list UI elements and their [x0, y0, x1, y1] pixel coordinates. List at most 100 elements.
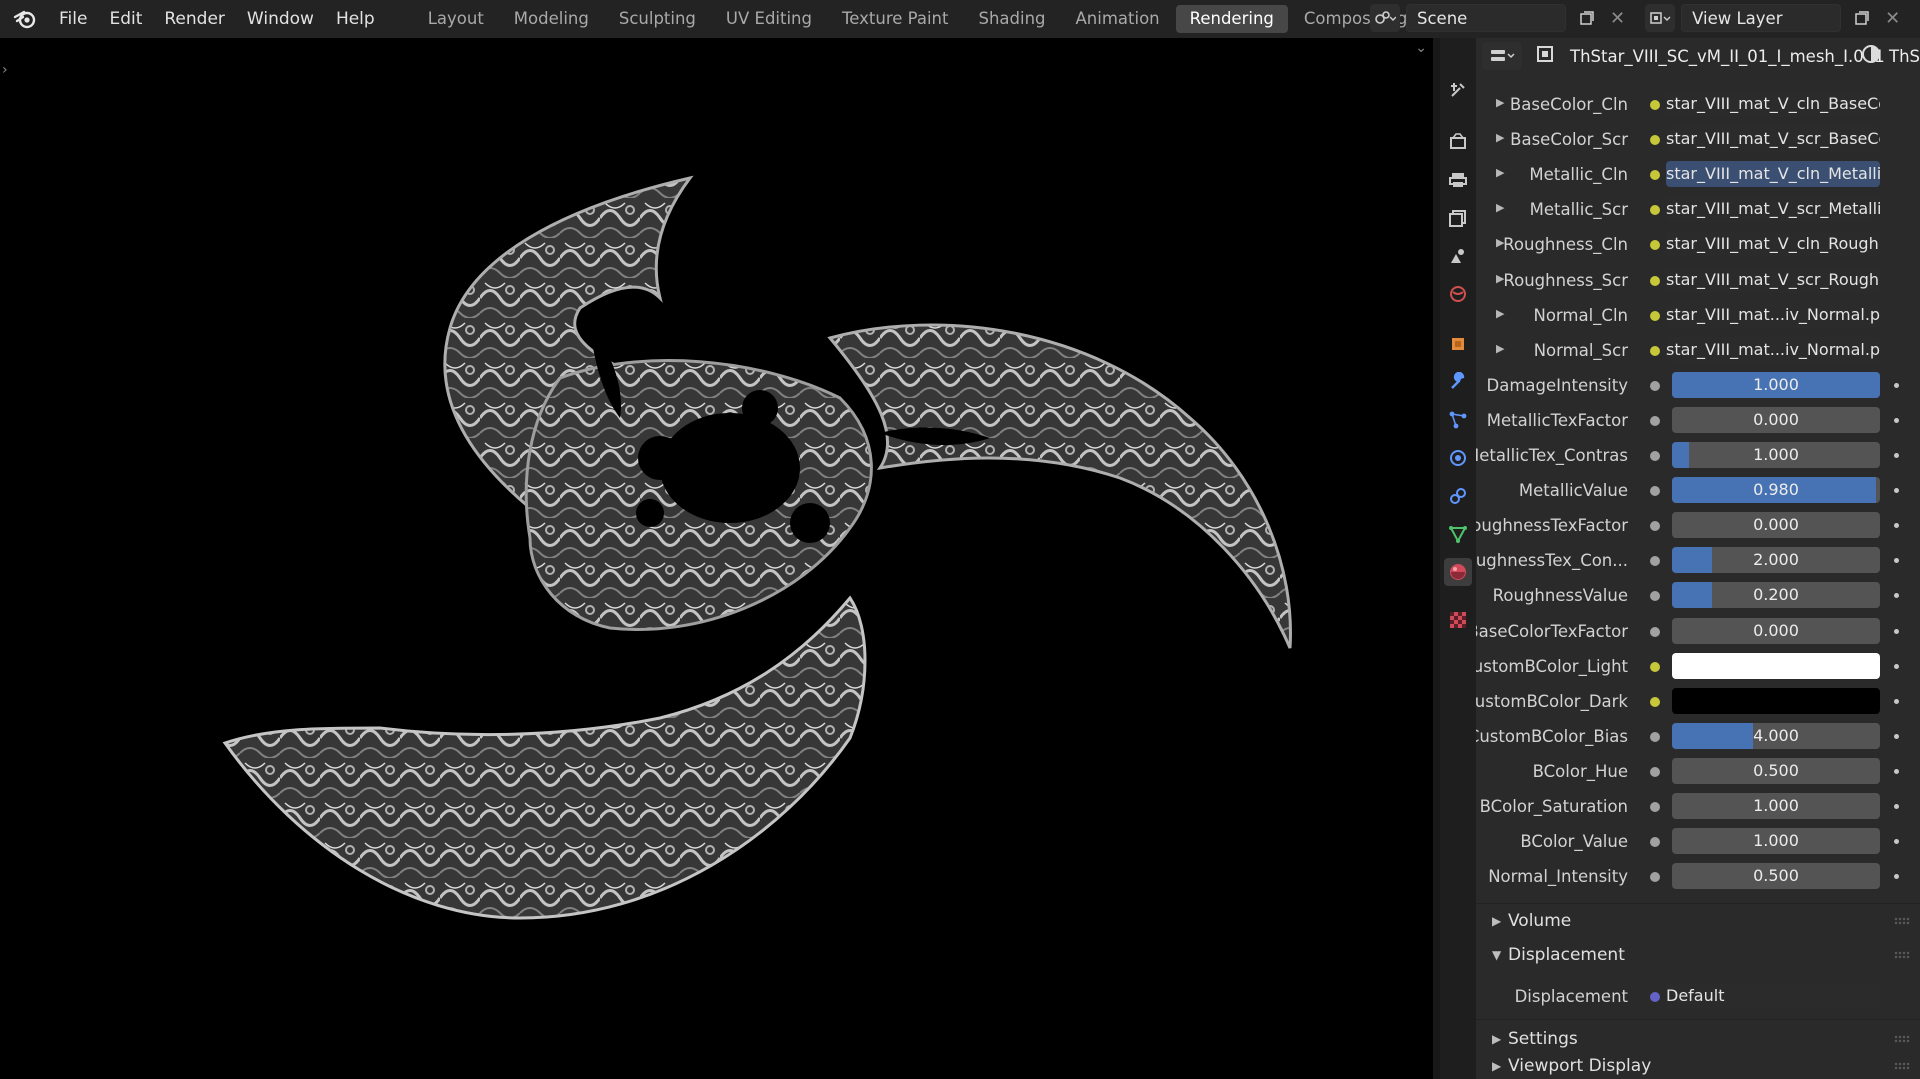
color-socket-icon[interactable]	[1650, 100, 1660, 110]
pin-mesh-icon[interactable]	[1536, 45, 1554, 68]
workspace-tab-shading[interactable]: Shading	[964, 5, 1059, 33]
value-slider[interactable]: 0.000	[1672, 406, 1880, 433]
constraints-tab[interactable]	[1444, 482, 1472, 510]
drag-grip-icon[interactable]	[1894, 917, 1910, 926]
value-slider[interactable]: 2.000	[1672, 547, 1880, 574]
displacement-field[interactable]: Default	[1666, 983, 1880, 1010]
value-socket-icon[interactable]	[1650, 556, 1660, 567]
keyframe-dot-icon[interactable]	[1894, 453, 1899, 458]
keyframe-dot-icon[interactable]	[1894, 733, 1899, 739]
drag-grip-icon[interactable]	[1894, 1062, 1910, 1071]
workspace-tab-rendering[interactable]: Rendering	[1175, 5, 1288, 33]
expand-arrow-icon[interactable]: ▶	[1496, 342, 1504, 355]
value-slider[interactable]: 0.000	[1672, 617, 1880, 644]
delete-scene-icon[interactable]: ✕	[1610, 8, 1625, 29]
color-socket-icon[interactable]	[1650, 310, 1660, 321]
keyframe-dot-icon[interactable]	[1894, 628, 1899, 634]
keyframe-dot-icon[interactable]	[1894, 804, 1899, 809]
drag-grip-icon[interactable]	[1894, 1035, 1910, 1044]
data-tab[interactable]	[1444, 520, 1472, 548]
menu-render[interactable]: Render	[153, 0, 236, 38]
color-swatch[interactable]	[1672, 652, 1880, 679]
value-socket-icon[interactable]	[1650, 802, 1660, 812]
3d-viewport[interactable]: › ⌄	[0, 38, 1433, 1079]
view-layer-browse-button[interactable]	[1645, 4, 1676, 32]
value-slider[interactable]: 0.000	[1672, 512, 1880, 539]
panel-settings[interactable]: ▶ Settings	[1476, 1025, 1920, 1055]
modifier-tab[interactable]	[1444, 368, 1472, 396]
keyframe-dot-icon[interactable]	[1894, 417, 1899, 423]
render-settings-tab[interactable]	[1444, 128, 1472, 156]
scene-browse-button[interactable]	[1370, 4, 1400, 32]
value-slider[interactable]: 4.000	[1672, 722, 1880, 749]
particles-tab[interactable]	[1444, 406, 1472, 434]
keyframe-dot-icon[interactable]	[1894, 558, 1899, 564]
value-socket-icon[interactable]	[1650, 872, 1660, 883]
panel-volume[interactable]: ▶ Volume	[1476, 907, 1920, 937]
keyframe-dot-icon[interactable]	[1894, 488, 1899, 494]
image-texture-field[interactable]: star_VIII_mat_V_scr_BaseCo...	[1666, 126, 1880, 153]
new-scene-button[interactable]	[1572, 4, 1602, 32]
image-texture-field[interactable]: star_VIII_mat...iv_Normal.png	[1666, 301, 1880, 328]
workspace-tab-modeling[interactable]: Modeling	[500, 5, 603, 33]
menu-help[interactable]: Help	[325, 0, 386, 38]
keyframe-dot-icon[interactable]	[1894, 593, 1899, 599]
value-slider[interactable]: 1.000	[1672, 442, 1880, 468]
expand-arrow-icon[interactable]: ▶	[1496, 201, 1504, 214]
world-tab[interactable]	[1444, 280, 1472, 308]
keyframe-dot-icon[interactable]	[1894, 663, 1899, 669]
value-socket-icon[interactable]	[1650, 626, 1660, 637]
new-view-layer-button[interactable]	[1847, 4, 1877, 32]
workspace-tab-uv-editing[interactable]: UV Editing	[712, 5, 826, 33]
value-slider[interactable]: 0.500	[1672, 757, 1880, 784]
editor-divider[interactable]	[1433, 38, 1440, 1079]
delete-view-layer-icon[interactable]: ✕	[1885, 8, 1900, 29]
expand-arrow-icon[interactable]: ▶	[1496, 131, 1504, 144]
image-texture-field[interactable]: star_VIII_mat_V_scr_Roughn...	[1666, 266, 1880, 293]
panel-viewport_display[interactable]: ▶ Viewport Display	[1476, 1052, 1920, 1079]
keyframe-dot-icon[interactable]	[1894, 839, 1899, 845]
expand-arrow-icon[interactable]: ▶	[1496, 96, 1504, 109]
editor-type-button[interactable]	[1482, 42, 1522, 70]
color-swatch[interactable]	[1672, 687, 1880, 714]
keyframe-dot-icon[interactable]	[1894, 874, 1899, 880]
drag-grip-icon[interactable]	[1894, 951, 1910, 960]
color-socket-icon[interactable]	[1650, 345, 1660, 356]
color-socket-icon[interactable]	[1650, 205, 1660, 216]
value-slider[interactable]: 0.200	[1672, 582, 1880, 609]
physics-tab[interactable]	[1444, 444, 1472, 472]
keyframe-dot-icon[interactable]	[1894, 382, 1899, 388]
toolbar-expand-icon[interactable]: ›	[2, 62, 8, 78]
value-slider[interactable]: 1.000	[1672, 793, 1880, 819]
value-socket-icon[interactable]	[1650, 415, 1660, 426]
workspace-tab-sculpting[interactable]: Sculpting	[605, 5, 710, 33]
workspace-tab-texture-paint[interactable]: Texture Paint	[828, 5, 962, 33]
keyframe-dot-icon[interactable]	[1894, 523, 1899, 529]
view-layer-tab[interactable]	[1444, 204, 1472, 232]
value-socket-icon[interactable]	[1650, 451, 1660, 461]
color-socket-icon[interactable]	[1650, 696, 1660, 707]
tool-settings-tab[interactable]	[1444, 76, 1472, 104]
expand-arrow-icon[interactable]: ▶	[1496, 166, 1504, 179]
value-socket-icon[interactable]	[1650, 521, 1660, 532]
texture-tab[interactable]	[1444, 606, 1472, 634]
scene-tab[interactable]	[1444, 242, 1472, 270]
material-tab[interactable]	[1444, 558, 1472, 586]
expand-arrow-icon[interactable]: ▶	[1496, 307, 1504, 320]
value-socket-icon[interactable]	[1650, 486, 1660, 497]
value-slider[interactable]: 0.980	[1672, 477, 1880, 504]
menu-edit[interactable]: Edit	[98, 0, 153, 38]
viewport-header-collapse-icon[interactable]: ⌄	[1415, 40, 1427, 56]
menu-file[interactable]: File	[48, 0, 98, 38]
value-socket-icon[interactable]	[1650, 837, 1660, 848]
menu-window[interactable]: Window	[236, 0, 325, 38]
output-settings-tab[interactable]	[1444, 166, 1472, 194]
image-texture-field[interactable]: star_VIII_mat_V_cln_BaseCo...	[1666, 91, 1880, 117]
color-socket-icon[interactable]	[1650, 661, 1660, 672]
image-texture-field[interactable]: star_VIII_mat_V_cln_Metalli...	[1666, 161, 1880, 188]
object-tab[interactable]	[1444, 330, 1472, 358]
panel-displacement[interactable]: ▼ Displacement	[1476, 941, 1920, 971]
value-socket-icon[interactable]	[1650, 380, 1660, 391]
scene-name-field[interactable]: Scene	[1406, 4, 1566, 32]
keyframe-dot-icon[interactable]	[1894, 698, 1899, 704]
